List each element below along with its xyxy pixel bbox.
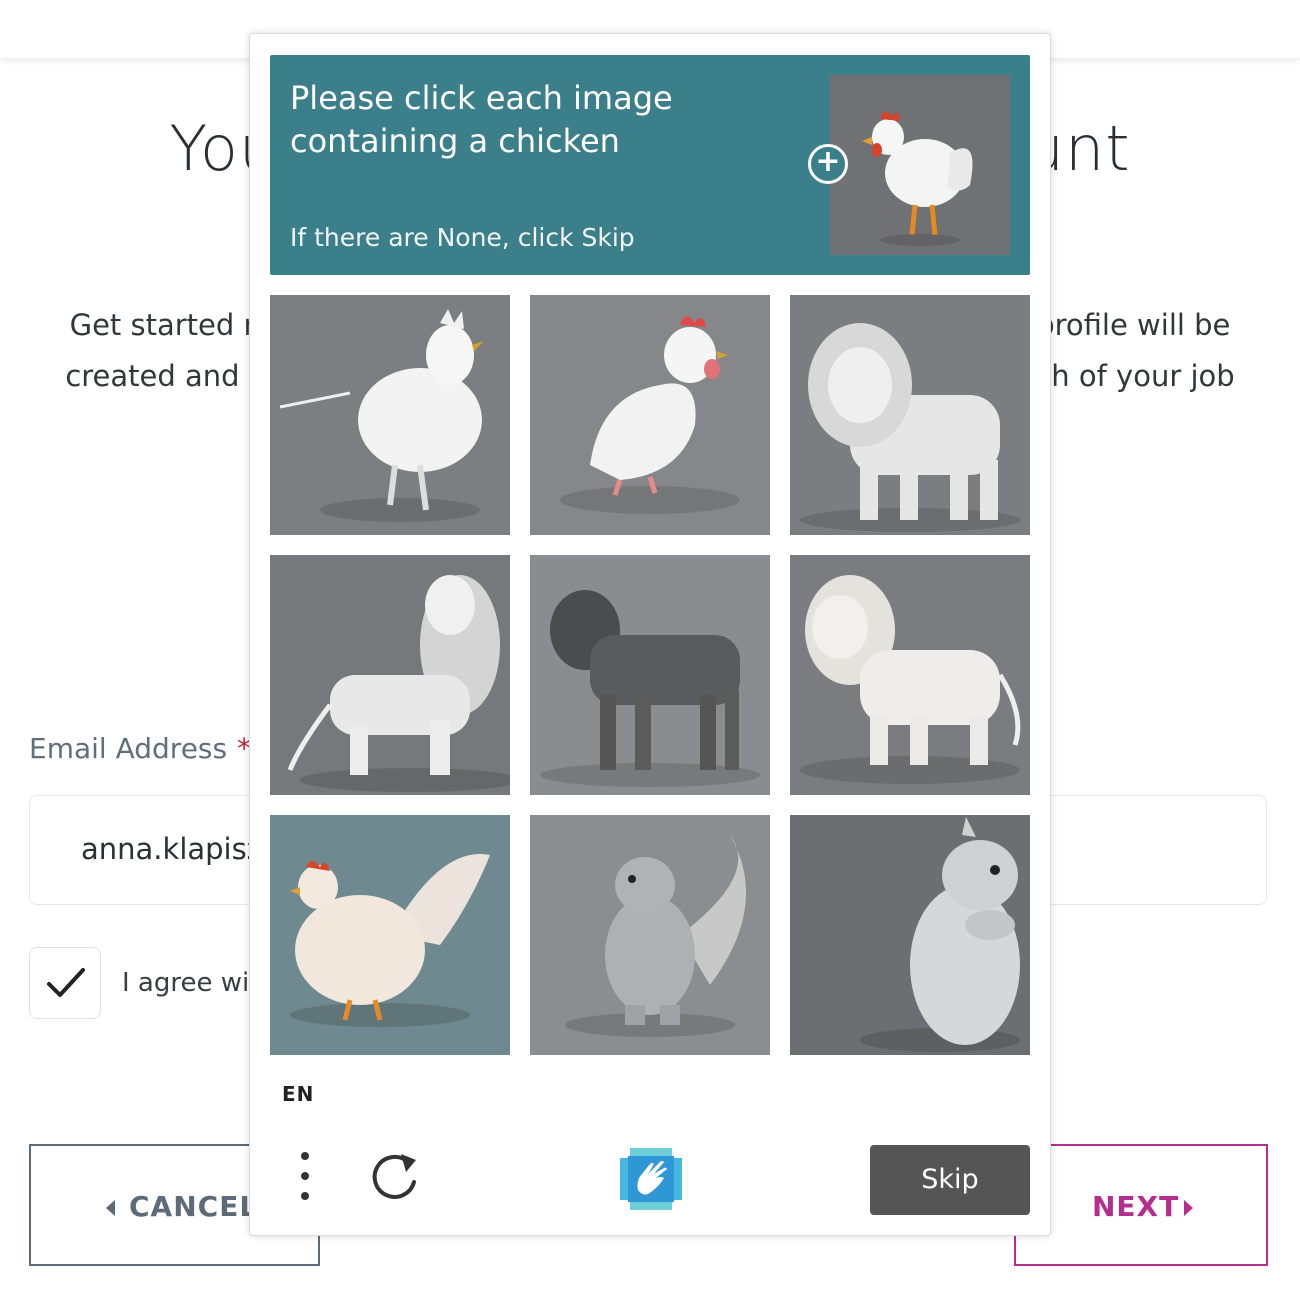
next-button[interactable]: NEXT <box>1014 1144 1268 1266</box>
prompt-subtitle: If there are None, click Skip <box>290 223 635 252</box>
agree-checkbox[interactable] <box>29 947 101 1019</box>
lion-image[interactable] <box>270 555 510 795</box>
chevron-left-icon <box>106 1200 115 1216</box>
chevron-right-icon <box>1184 1200 1193 1216</box>
plus-icon[interactable]: + <box>808 144 848 184</box>
chicken-example-image <box>830 75 1010 255</box>
agree-text: I agree wit <box>122 968 260 998</box>
language-selector[interactable]: EN <box>282 1082 314 1106</box>
refresh-icon[interactable] <box>368 1150 424 1206</box>
checkmark-icon <box>47 968 85 997</box>
lion-image[interactable] <box>530 555 770 795</box>
chicken-image[interactable] <box>530 295 770 535</box>
squirrel-image[interactable] <box>790 815 1030 1055</box>
email-label-text: Email Address <box>29 732 228 765</box>
chicken-image[interactable] <box>270 815 510 1055</box>
more-menu-icon[interactable] <box>294 1148 316 1208</box>
prompt-title: Please click each image containing a chi… <box>290 79 673 160</box>
lion-image[interactable] <box>790 555 1030 795</box>
email-label: Email Address * <box>29 732 251 765</box>
next-label: NEXT <box>1092 1190 1180 1223</box>
squirrel-image[interactable] <box>530 815 770 1055</box>
email-value: anna.klapisz <box>81 832 262 866</box>
cancel-label: CANCEL <box>129 1190 259 1223</box>
captcha-image-grid <box>270 295 1030 1055</box>
chicken-image[interactable] <box>270 295 510 535</box>
captcha-dialog: Please click each image containing a chi… <box>249 33 1051 1236</box>
skip-button[interactable]: Skip <box>870 1145 1030 1215</box>
captcha-prompt: Please click each image containing a chi… <box>270 55 1030 275</box>
lion-image[interactable] <box>790 295 1030 535</box>
hcaptcha-logo-icon <box>620 1148 682 1210</box>
